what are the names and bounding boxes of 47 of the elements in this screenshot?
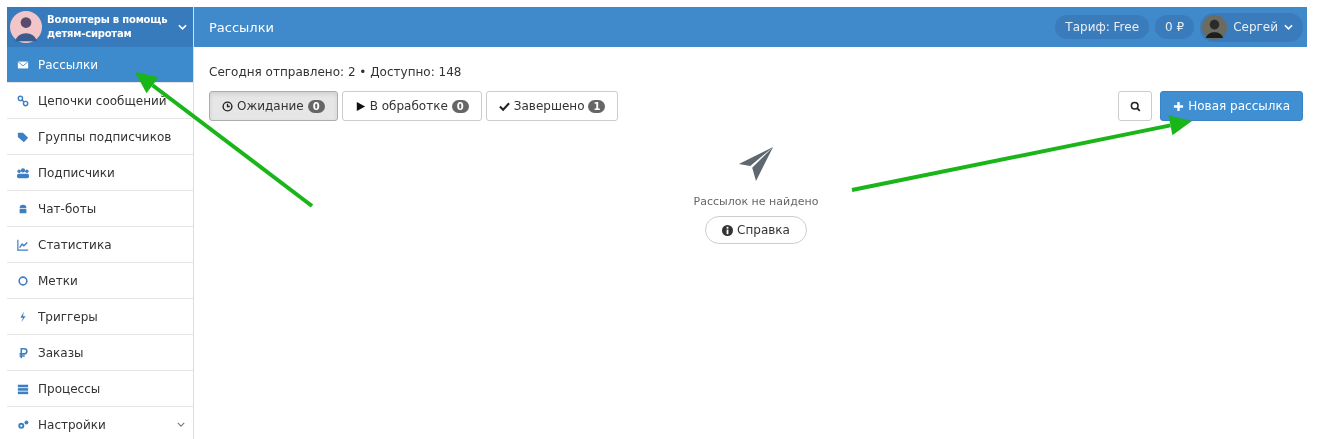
sending-summary: Сегодня отправлено: 2 • Доступно: 148 (209, 65, 463, 79)
account-name: Волонтеры в помощь детям-сиротам (47, 13, 169, 41)
check-icon (498, 100, 510, 112)
gears-icon (17, 418, 29, 431)
list-icon (17, 382, 29, 395)
sidebar-item[interactable]: Подписчики (7, 155, 193, 191)
sidebar-item[interactable]: Триггеры (7, 299, 193, 335)
tags-icon (17, 130, 29, 143)
users-icon (17, 166, 29, 179)
user-menu[interactable]: Сергей (1200, 12, 1303, 42)
ruble-icon (17, 346, 29, 359)
robot-icon (17, 202, 29, 215)
sidebar-item[interactable]: Чат-боты (7, 191, 193, 227)
chart-icon (17, 238, 29, 251)
chevron-icon (178, 24, 187, 30)
page-title: Рассылки (209, 19, 274, 35)
chevron-icon (1284, 24, 1293, 30)
count-badge: 1 (588, 99, 606, 113)
envelope-icon (17, 58, 29, 71)
tariff-badge[interactable]: Тариф: Free (1055, 15, 1150, 39)
filter-tab[interactable]: Завершено 1 (485, 91, 619, 121)
avatar-icon (1202, 14, 1228, 40)
search-button[interactable] (1118, 91, 1153, 121)
avatar-icon (10, 11, 42, 43)
play-icon (354, 100, 366, 112)
search-icon (1129, 100, 1141, 112)
sidebar-item[interactable]: Заказы (7, 335, 193, 371)
sidebar-item[interactable]: Статистика (7, 227, 193, 263)
sidebar-item[interactable]: Процессы (7, 371, 193, 407)
sidebar-item[interactable]: Рассылки (7, 47, 193, 83)
filter-tab[interactable]: В обработке 0 (341, 91, 482, 121)
sidebar-item[interactable]: Группы подписчиков (7, 119, 193, 155)
empty-message: Рассылок не найдено (693, 195, 819, 208)
sidebar-item[interactable]: Настройки (7, 407, 193, 439)
filter-tab[interactable]: Ожидание 0 (209, 91, 338, 121)
count-badge: 0 (451, 99, 469, 113)
count-badge: 0 (307, 99, 325, 113)
balance-badge[interactable]: 0 ₽ (1155, 15, 1195, 39)
sidebar-item[interactable]: Метки (7, 263, 193, 299)
help-button[interactable]: Справка (705, 216, 807, 244)
paper-plane-icon (737, 145, 775, 183)
clock-icon (222, 100, 233, 112)
circle-icon (17, 274, 29, 287)
account-switcher[interactable]: Волонтеры в помощь детям-сиротам (7, 7, 193, 47)
link-icon (17, 94, 29, 107)
plus-icon (1173, 100, 1185, 112)
info-icon (722, 224, 734, 236)
